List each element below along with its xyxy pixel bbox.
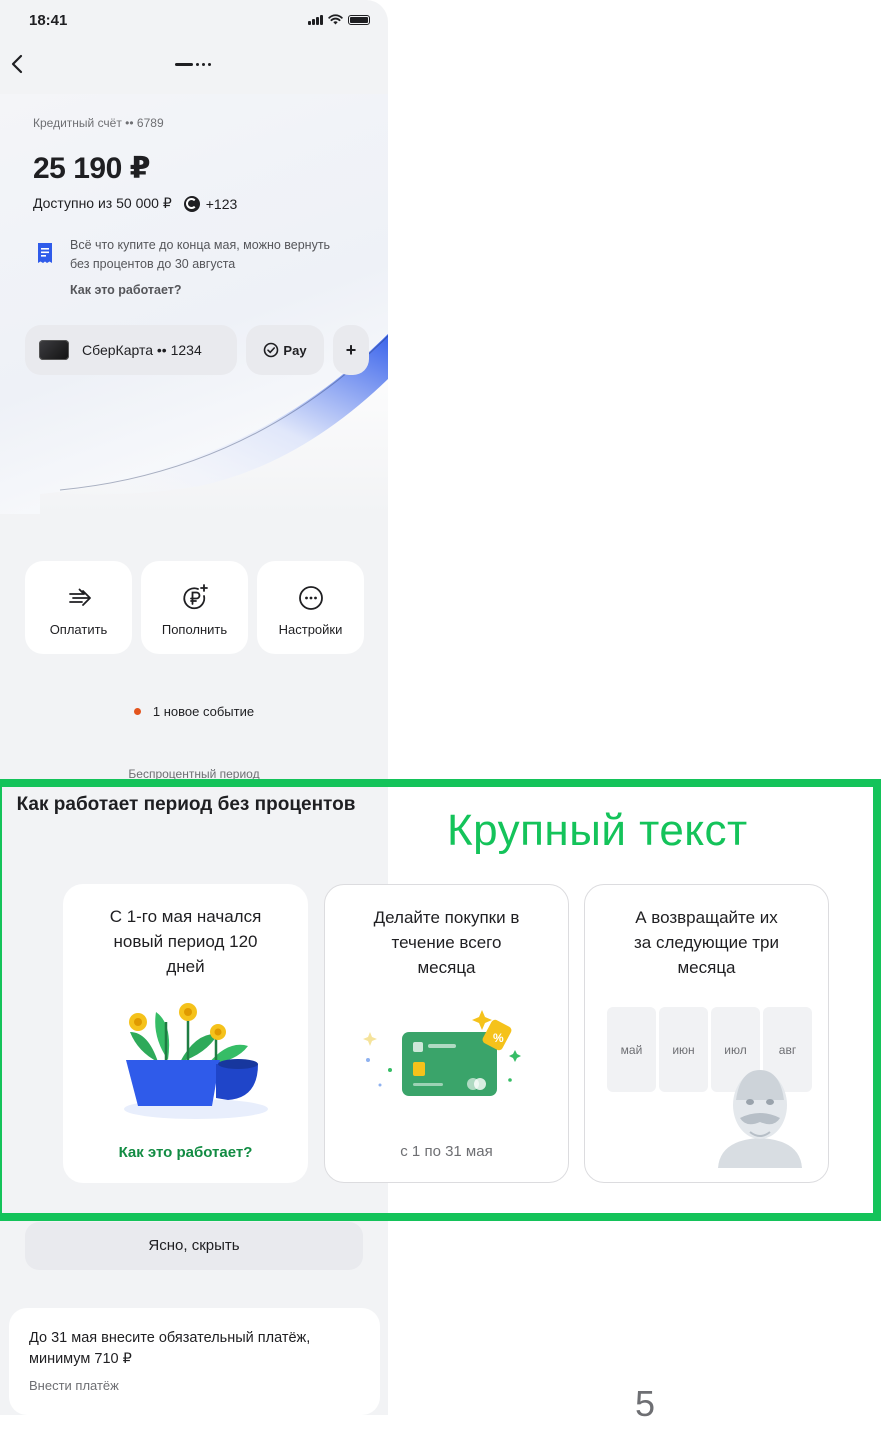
action-settings-label: Настройки bbox=[278, 622, 343, 637]
action-settings-button[interactable]: Настройки bbox=[257, 561, 364, 654]
mascot-illustration bbox=[718, 1070, 802, 1168]
svg-text:%: % bbox=[493, 1031, 504, 1045]
pay-chip[interactable]: Pay bbox=[246, 325, 324, 375]
pay-label: Pay bbox=[283, 342, 307, 358]
sbercard-chip[interactable]: СберКарта •• 1234 bbox=[25, 325, 237, 375]
account-hero: Кредитный счёт •• 6789 25 190 ₽ Доступно… bbox=[0, 94, 388, 514]
wifi-icon bbox=[328, 14, 343, 25]
available-line: Доступно из 50 000 ₽ +123 bbox=[33, 195, 237, 212]
green-card-illustration: % bbox=[363, 1010, 521, 1096]
period-card-2: Делайте покупки в течение всего месяца %… bbox=[324, 884, 569, 1183]
nav-bar bbox=[0, 44, 388, 92]
page-number: 5 bbox=[635, 1383, 656, 1424]
check-circle-icon bbox=[264, 342, 279, 358]
status-bar: 18:41 bbox=[0, 0, 388, 44]
card-chips: СберКарта •• 1234 Pay + bbox=[25, 325, 369, 375]
action-topup-button[interactable]: Пополнить bbox=[141, 561, 248, 654]
new-event-indicator[interactable]: 1 новое событие bbox=[0, 704, 388, 719]
available-amount: Доступно из 50 000 ₽ bbox=[33, 195, 172, 211]
overlay-heading: Крупный текст bbox=[447, 806, 748, 855]
ruble-plus-icon bbox=[182, 584, 208, 610]
card-thumbnail-icon bbox=[39, 340, 69, 360]
sbercard-label: СберКарта •• 1234 bbox=[82, 342, 202, 358]
overlay-title: Как работает период без процентов bbox=[16, 794, 356, 815]
how-it-works-link[interactable]: Как это работает? bbox=[70, 283, 182, 297]
notice-text: Всё что купите до конца мая, можно верну… bbox=[70, 238, 331, 271]
payment-reminder-card[interactable]: До 31 мая внесите обязательный платёж, м… bbox=[9, 1308, 380, 1415]
period-card-3-text: А возвращайте их за следующие три месяца bbox=[633, 908, 780, 977]
quick-actions: Оплатить Пополнить Настройки bbox=[25, 561, 364, 654]
period-card-1: С 1-го мая начался новый период 120 дней… bbox=[63, 884, 308, 1183]
period-card-3: А возвращайте их за следующие три месяца… bbox=[584, 884, 829, 1183]
signal-icon bbox=[308, 15, 323, 25]
event-dot-icon bbox=[133, 708, 141, 715]
more-dots-icon bbox=[298, 586, 323, 610]
flowers-pot-illustration bbox=[124, 1003, 268, 1119]
bonus-amount: +123 bbox=[205, 195, 238, 212]
action-pay-button[interactable]: Оплатить bbox=[25, 561, 132, 654]
period-card-1-text: С 1-го мая начался новый период 120 дней bbox=[109, 907, 262, 976]
pay-arrow-icon bbox=[68, 588, 91, 606]
period-card-2-text: Делайте покупки в течение всего месяца bbox=[373, 908, 520, 977]
status-icons bbox=[308, 14, 370, 25]
event-text: 1 новое событие bbox=[152, 704, 255, 719]
page-indicator bbox=[175, 63, 211, 66]
make-payment-link[interactable]: Внести платёж bbox=[29, 1378, 360, 1393]
status-time: 18:41 bbox=[29, 12, 68, 29]
spasibo-icon bbox=[183, 195, 200, 212]
receipt-icon bbox=[38, 243, 52, 263]
how-it-works-link-overlay[interactable]: Как это работает? bbox=[63, 1144, 308, 1161]
account-balance: 25 190 ₽ bbox=[33, 152, 150, 185]
hide-button[interactable]: Ясно, скрыть bbox=[25, 1222, 363, 1270]
action-pay-label: Оплатить bbox=[49, 622, 108, 637]
account-label: Кредитный счёт •• 6789 bbox=[33, 116, 164, 130]
month-jun: июн bbox=[659, 1007, 708, 1092]
plus-icon: + bbox=[345, 339, 357, 360]
back-chevron-icon[interactable] bbox=[8, 50, 28, 78]
purchase-period-dates: с 1 по 31 мая bbox=[400, 1143, 493, 1160]
battery-icon bbox=[348, 15, 370, 25]
add-card-button[interactable]: + bbox=[333, 325, 369, 375]
month-may: май bbox=[607, 1007, 656, 1092]
action-topup-label: Пополнить bbox=[161, 622, 228, 637]
payment-title: До 31 мая внесите обязательный платёж, м… bbox=[29, 1330, 311, 1367]
